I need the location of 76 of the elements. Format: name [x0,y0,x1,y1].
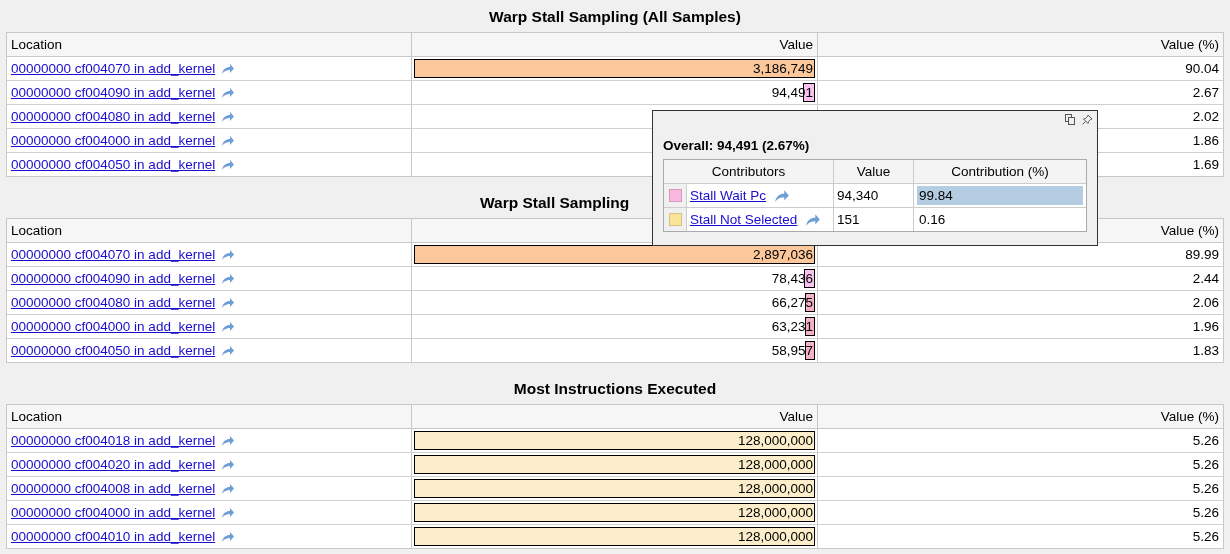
jump-arrow-icon[interactable] [221,320,236,333]
jump-arrow-icon[interactable] [221,530,236,543]
percent-text: 2.06 [1192,295,1219,310]
percent-text: 1.69 [1192,157,1219,172]
jump-arrow-icon[interactable] [221,344,236,357]
column-header[interactable]: Location [7,33,412,56]
location-link[interactable]: 00000000 cf004010 in add_kernel [11,529,216,544]
location-link[interactable]: 00000000 cf004090 in add_kernel [11,271,216,286]
jump-arrow-icon[interactable] [221,296,236,309]
percent-text: 5.26 [1192,433,1219,448]
percent-text: 5.26 [1192,481,1219,496]
value-text: 3,186,749 [752,61,814,76]
table-title: Most Instructions Executed [513,380,717,398]
jump-arrow-icon[interactable] [221,248,236,261]
location-link[interactable]: 00000000 cf004000 in add_kernel [11,319,216,334]
percent-text: 1.96 [1192,319,1219,334]
contribution-text: 99.84 [917,186,1083,205]
contributor-value: 151 [837,212,860,227]
column-header[interactable]: Value (%) [818,405,1223,428]
column-header[interactable]: Location [7,405,412,428]
column-header[interactable]: Value (%) [818,33,1223,56]
jump-arrow-icon[interactable] [221,458,236,471]
percent-text: 2.44 [1192,271,1219,286]
location-link[interactable]: 00000000 cf004070 in add_kernel [11,61,216,76]
overall-text: Overall: 94,491 (2.67%) [663,138,811,153]
pin-icon[interactable] [1082,114,1093,125]
column-header[interactable]: Value [834,160,914,183]
percent-text: 5.26 [1192,505,1219,520]
jump-arrow-icon[interactable] [221,134,236,147]
jump-arrow-icon[interactable] [221,506,236,519]
table-title: Warp Stall Sampling (All Samples) [489,8,741,26]
location-link[interactable]: 00000000 cf004070 in add_kernel [11,247,216,262]
column-header[interactable]: Contribution (%) [914,160,1086,183]
percent-text: 5.26 [1192,457,1219,472]
location-link[interactable]: 00000000 cf004050 in add_kernel [11,157,216,172]
column-header[interactable]: Value [412,405,818,428]
value-text: 2,897,036 [752,247,814,262]
column-header[interactable]: Value [412,33,818,56]
location-link[interactable]: 00000000 cf004080 in add_kernel [11,109,216,124]
percent-text: 90.04 [1185,61,1219,76]
copy-icon[interactable] [1065,114,1076,125]
jump-arrow-icon[interactable] [774,188,791,203]
column-header[interactable]: Contributors [664,160,834,183]
location-link[interactable]: 00000000 cf004020 in add_kernel [11,457,216,472]
location-link[interactable]: 00000000 cf004008 in add_kernel [11,481,216,496]
jump-arrow-icon[interactable] [221,272,236,285]
percent-text: 1.83 [1192,343,1219,358]
contributor-link[interactable]: Stall Not Selected [690,212,798,227]
value-text: 128,000,000 [737,529,814,544]
contributor-value: 94,340 [837,188,879,203]
location-link[interactable]: 00000000 cf004090 in add_kernel [11,85,216,100]
jump-arrow-icon[interactable] [221,110,236,123]
jump-arrow-icon[interactable] [221,158,236,171]
location-link[interactable]: 00000000 cf004018 in add_kernel [11,433,216,448]
value-text: 128,000,000 [737,457,814,472]
location-link[interactable]: 00000000 cf004000 in add_kernel [11,505,216,520]
contributor-link[interactable]: Stall Wait Pc [690,188,767,203]
location-link[interactable]: 00000000 cf004000 in add_kernel [11,133,216,148]
percent-text: 5.26 [1192,529,1219,544]
value-text: 128,000,000 [737,433,814,448]
column-header[interactable]: Location [7,219,412,242]
jump-arrow-icon[interactable] [221,434,236,447]
value-text: 128,000,000 [737,481,814,496]
value-text: 128,000,000 [737,505,814,520]
percent-text: 2.67 [1192,85,1219,100]
percent-text: 2.02 [1192,109,1219,124]
jump-arrow-icon[interactable] [221,86,236,99]
jump-arrow-icon[interactable] [221,482,236,495]
percent-text: 1.86 [1192,133,1219,148]
contribution-text: 0.16 [918,211,947,229]
jump-arrow-icon[interactable] [805,212,822,227]
table-title: Warp Stall Sampling [480,194,630,212]
percent-text: 89.99 [1185,247,1219,262]
jump-arrow-icon[interactable] [221,62,236,75]
location-link[interactable]: 00000000 cf004080 in add_kernel [11,295,216,310]
location-link[interactable]: 00000000 cf004050 in add_kernel [11,343,216,358]
